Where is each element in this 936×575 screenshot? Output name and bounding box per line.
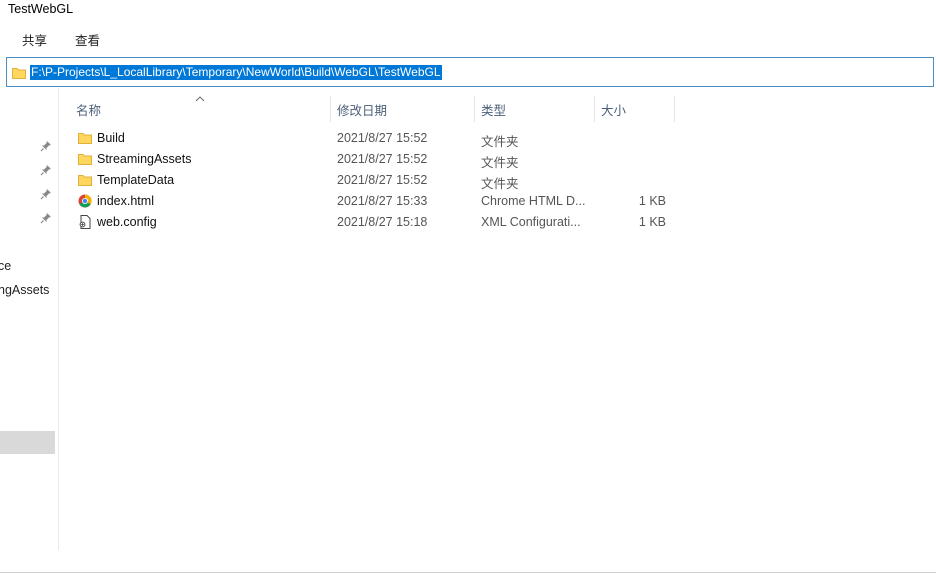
column-header-date[interactable]: 修改日期	[337, 100, 387, 119]
column-header-size[interactable]: 大小	[601, 100, 626, 119]
file-type: 文件夹	[481, 135, 519, 149]
navigation-pane: ce ngAssets	[0, 88, 59, 550]
status-bar-divider	[0, 572, 936, 573]
column-divider[interactable]	[330, 96, 331, 122]
file-date: 2021/8/27 15:52	[337, 152, 428, 166]
window-title: TestWebGL	[8, 2, 74, 16]
file-name[interactable]: web.config	[97, 215, 157, 229]
file-date: 2021/8/27 15:18	[337, 215, 428, 229]
pin-icon[interactable]	[40, 140, 52, 155]
nav-item[interactable]: ce	[0, 259, 11, 273]
file-name[interactable]: StreamingAssets	[97, 152, 191, 166]
file-type: XML Configurati...	[481, 215, 581, 229]
pin-icon[interactable]	[40, 212, 52, 227]
pin-icon[interactable]	[40, 188, 52, 203]
sort-ascending-icon	[195, 91, 205, 105]
file-name[interactable]: index.html	[97, 194, 154, 208]
column-divider[interactable]	[594, 96, 595, 122]
file-row[interactable]: Build 2021/8/27 15:52 文件夹	[70, 128, 680, 149]
file-row[interactable]: web.config 2021/8/27 15:18 XML Configura…	[70, 212, 680, 233]
file-row[interactable]: index.html 2021/8/27 15:33 Chrome HTML D…	[70, 191, 680, 212]
file-type: Chrome HTML D...	[481, 194, 586, 208]
column-header-type[interactable]: 类型	[481, 100, 506, 119]
file-size: 1 KB	[638, 194, 666, 208]
folder-icon	[78, 152, 92, 169]
file-size: 1 KB	[638, 215, 666, 229]
config-file-icon	[78, 215, 92, 232]
folder-icon	[12, 66, 26, 82]
chrome-icon	[78, 194, 92, 211]
file-name[interactable]: Build	[97, 131, 125, 145]
file-name[interactable]: TemplateData	[97, 173, 174, 187]
nav-item[interactable]: ngAssets	[0, 283, 49, 297]
file-date: 2021/8/27 15:33	[337, 194, 428, 208]
file-type: 文件夹	[481, 177, 519, 191]
column-divider[interactable]	[674, 96, 675, 122]
nav-selected-item[interactable]	[0, 431, 55, 454]
folder-icon	[78, 173, 92, 190]
file-type: 文件夹	[481, 156, 519, 170]
column-divider[interactable]	[474, 96, 475, 122]
file-row[interactable]: TemplateData 2021/8/27 15:52 文件夹	[70, 170, 680, 191]
pin-icon[interactable]	[40, 164, 52, 179]
folder-icon	[78, 131, 92, 148]
tab-view[interactable]: 查看	[75, 30, 100, 49]
file-date: 2021/8/27 15:52	[337, 173, 428, 187]
tab-share[interactable]: 共享	[22, 30, 47, 49]
column-header-name[interactable]: 名称	[76, 100, 101, 119]
file-row[interactable]: StreamingAssets 2021/8/27 15:52 文件夹	[70, 149, 680, 170]
address-bar[interactable]: F:\P-Projects\L_LocalLibrary\Temporary\N…	[6, 57, 934, 87]
address-path[interactable]: F:\P-Projects\L_LocalLibrary\Temporary\N…	[30, 65, 442, 80]
file-date: 2021/8/27 15:52	[337, 131, 428, 145]
